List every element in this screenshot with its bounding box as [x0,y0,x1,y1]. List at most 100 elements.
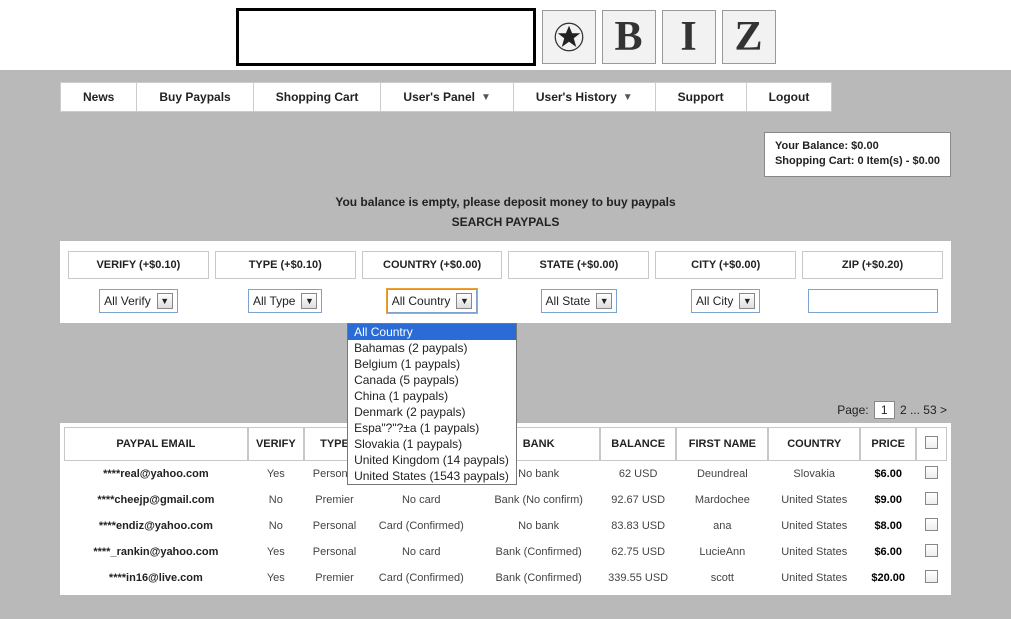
cell-email: ****real@yahoo.com [64,461,248,487]
chevron-down-icon: ▼ [739,293,755,309]
col-header: COUNTRY [768,427,860,461]
city-select[interactable]: All City ▼ [691,289,760,313]
row-checkbox[interactable] [925,570,938,583]
filter-header-state: STATE (+$0.00) [508,251,649,279]
verify-select-value: All Verify [104,294,151,308]
chevron-down-icon: ▼ [481,92,491,103]
nav-logout[interactable]: Logout [746,82,833,112]
cell-balance: 62.75 USD [600,539,677,565]
cell-bank: Bank (Confirmed) [477,565,599,591]
cell-checkbox [916,513,947,539]
country-select-value: All Country [392,294,451,308]
cell-email: ****in16@live.com [64,565,248,591]
filter-header-city: CITY (+$0.00) [655,251,796,279]
cell-checkbox [916,565,947,591]
cell-verify: No [248,513,304,539]
col-header: PRICE [860,427,916,461]
cell-email: ****endiz@yahoo.com [64,513,248,539]
state-select-value: All State [546,294,591,308]
country-dropdown: All CountryBahamas (2 paypals)Belgium (1… [347,323,517,485]
type-select[interactable]: All Type ▼ [248,289,322,313]
filter-header-type: TYPE (+$0.10) [215,251,356,279]
country-option[interactable]: Canada (5 paypals) [348,372,516,388]
logo-letter: I [662,10,716,64]
nav-user-s-panel[interactable]: User's Panel▼ [380,82,512,112]
cell-card: No card [365,539,477,565]
cell-country: United States [768,565,860,591]
country-option[interactable]: Slovakia (1 paypals) [348,436,516,452]
col-header: BALANCE [600,427,677,461]
logo-suffix: B I Z [542,10,776,64]
cell-firstname: LucieAnn [676,539,768,565]
logo-area: B I Z [0,0,1011,70]
cell-price: $8.00 [860,513,916,539]
cart-line: Shopping Cart: 0 Item(s) - $0.00 [775,154,940,169]
cell-bank: No bank [477,513,599,539]
cell-balance: 92.67 USD [600,487,677,513]
cell-email: ****_rankin@yahoo.com [64,539,248,565]
row-checkbox[interactable] [925,518,938,531]
row-checkbox[interactable] [925,544,938,557]
filter-header-country: COUNTRY (+$0.00) [362,251,503,279]
cell-verify: No [248,487,304,513]
cell-firstname: Mardochee [676,487,768,513]
country-option[interactable]: United States (1543 paypals) [348,468,516,484]
cell-email: ****cheejp@gmail.com [64,487,248,513]
cell-country: United States [768,487,860,513]
logo-box [236,8,536,66]
table-row: ****endiz@yahoo.comNoPersonalCard (Confi… [64,513,947,539]
pager-label: Page: [837,403,868,417]
chevron-down-icon: ▼ [456,293,472,309]
chevron-down-icon: ▼ [157,293,173,309]
verify-select[interactable]: All Verify ▼ [99,289,178,313]
chevron-down-icon: ▼ [623,92,633,103]
cell-card: Card (Confirmed) [365,513,477,539]
zip-input[interactable] [808,289,938,313]
country-option[interactable]: All Country [348,324,516,340]
cell-country: Slovakia [768,461,860,487]
cell-firstname: ana [676,513,768,539]
cell-checkbox [916,461,947,487]
cell-type: Personal [304,513,365,539]
cell-balance: 83.83 USD [600,513,677,539]
table-row: ****in16@live.comYesPremierCard (Confirm… [64,565,947,591]
country-option[interactable]: Belgium (1 paypals) [348,356,516,372]
cell-verify: Yes [248,565,304,591]
pager-current[interactable]: 1 [874,401,895,419]
country-option[interactable]: China (1 paypals) [348,388,516,404]
row-checkbox[interactable] [925,466,938,479]
logo-letter: B [602,10,656,64]
empty-balance-msg: You balance is empty, please deposit mon… [60,195,951,209]
country-option[interactable]: United Kingdom (14 paypals) [348,452,516,468]
logo-letter: Z [722,10,776,64]
country-option[interactable]: Espa"?"?±a (1 paypals) [348,420,516,436]
cell-checkbox [916,539,947,565]
filter-panel: VERIFY (+$0.10) TYPE (+$0.10) COUNTRY (+… [60,241,951,323]
cell-verify: Yes [248,539,304,565]
state-select[interactable]: All State ▼ [541,289,618,313]
nav-support[interactable]: Support [655,82,746,112]
nav-user-s-history[interactable]: User's History▼ [513,82,655,112]
cell-price: $6.00 [860,539,916,565]
type-select-value: All Type [253,294,295,308]
chevron-down-icon: ▼ [301,293,317,309]
cell-checkbox [916,487,947,513]
pager-rest[interactable]: 2 ... 53 > [900,403,947,417]
select-all-checkbox[interactable] [925,436,938,449]
city-select-value: All City [696,294,733,308]
balance-box: Your Balance: $0.00 Shopping Cart: 0 Ite… [764,132,951,177]
cell-price: $20.00 [860,565,916,591]
nav-news[interactable]: News [60,82,136,112]
cell-price: $6.00 [860,461,916,487]
cell-country: United States [768,513,860,539]
cell-type: Premier [304,487,365,513]
nav-shopping-cart[interactable]: Shopping Cart [253,82,381,112]
row-checkbox[interactable] [925,492,938,505]
country-option[interactable]: Bahamas (2 paypals) [348,340,516,356]
country-select[interactable]: All Country ▼ [387,289,478,313]
country-option[interactable]: Denmark (2 paypals) [348,404,516,420]
cell-firstname: Deundreal [676,461,768,487]
cell-firstname: scott [676,565,768,591]
nav-buy-paypals[interactable]: Buy Paypals [136,82,252,112]
cell-price: $9.00 [860,487,916,513]
